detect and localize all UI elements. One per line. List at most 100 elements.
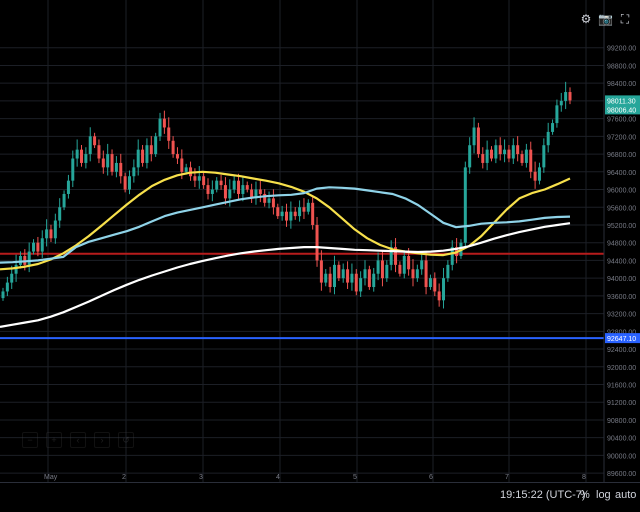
- candle-body: [10, 273, 14, 283]
- candle-body: [123, 176, 127, 190]
- candle-body: [537, 167, 541, 181]
- candle-body: [114, 162, 118, 172]
- x-tick-label: 7: [505, 474, 509, 481]
- candle-body: [407, 256, 411, 270]
- y-tick-label: 94000.00: [607, 276, 636, 283]
- x-tick-label: 8: [582, 474, 586, 481]
- candle-body: [80, 149, 84, 163]
- candle-body: [93, 136, 97, 146]
- y-tick-label: 97600.00: [607, 117, 636, 124]
- x-tick-label: 2: [122, 474, 126, 481]
- candle-body: [175, 154, 179, 159]
- price-axis[interactable]: 99200.0098800.0098400.0098000.0097600.00…: [603, 0, 636, 482]
- candle-body: [437, 291, 441, 301]
- candle-body: [40, 238, 44, 252]
- candle-body: [332, 264, 336, 288]
- candle-body: [319, 260, 323, 283]
- reset-icon[interactable]: ↺: [118, 432, 134, 448]
- candle-body: [167, 127, 171, 141]
- candle-body: [516, 145, 520, 155]
- scroll-right-icon[interactable]: ›: [94, 432, 110, 448]
- candle-body: [71, 158, 75, 181]
- candle-body: [315, 224, 319, 261]
- candle-body: [258, 189, 262, 194]
- candle-body: [193, 176, 197, 181]
- candle-body: [503, 149, 507, 155]
- candle-body: [158, 118, 162, 137]
- y-tick-label: 91200.00: [607, 400, 636, 407]
- percent-toggle[interactable]: %: [580, 489, 590, 501]
- candle-body: [36, 242, 40, 252]
- candle-body: [398, 264, 402, 274]
- price-chart[interactable]: 99200.0098800.0098400.0098000.0097600.00…: [0, 0, 640, 507]
- y-tick-label: 92400.00: [607, 347, 636, 354]
- candle-body: [376, 260, 380, 274]
- candle-body: [551, 123, 555, 132]
- candle-body: [507, 149, 511, 159]
- candle-body: [372, 273, 376, 288]
- candle-body: [350, 273, 354, 283]
- x-tick-label: 4: [276, 474, 280, 481]
- candle-body: [489, 149, 493, 159]
- candle-body: [433, 278, 437, 292]
- candle-body: [184, 167, 188, 172]
- candle-body: [341, 269, 345, 279]
- y-tick-label: 93600.00: [607, 294, 636, 301]
- candle-body: [380, 260, 384, 279]
- candle-body: [219, 180, 223, 186]
- y-tick-label: 98800.00: [607, 63, 636, 70]
- candle-body: [280, 211, 284, 217]
- x-tick-label: 5: [353, 474, 357, 481]
- chart-canvas[interactable]: 99200.0098800.0098400.0098000.0097600.00…: [0, 0, 640, 507]
- candle-body: [27, 251, 31, 265]
- y-tick-label: 90400.00: [607, 436, 636, 443]
- candle-body: [97, 145, 101, 159]
- candle-body: [485, 149, 489, 163]
- candle-body: [267, 198, 271, 203]
- y-tick-label: 92000.00: [607, 365, 636, 372]
- candle-body: [5, 282, 9, 292]
- candle-body: [428, 278, 432, 288]
- y-tick-label: 95200.00: [607, 223, 636, 230]
- zoom-in-icon[interactable]: +: [46, 432, 62, 448]
- settings-icon[interactable]: ⚙: [579, 12, 593, 26]
- candle-body: [106, 154, 110, 168]
- candle-body: [529, 149, 533, 172]
- y-tick-label: 94800.00: [607, 241, 636, 248]
- zoom-out-icon[interactable]: −: [22, 432, 38, 448]
- candle-body: [359, 278, 363, 292]
- y-tick-label: 90000.00: [607, 453, 636, 460]
- candle-body: [127, 176, 131, 190]
- fullscreen-icon[interactable]: ⛶: [618, 12, 632, 26]
- candle-body: [481, 154, 485, 163]
- candle-body: [346, 269, 350, 283]
- y-tick-label: 90800.00: [607, 418, 636, 425]
- auto-toggle[interactable]: auto: [615, 489, 636, 501]
- camera-icon[interactable]: 📷: [598, 12, 613, 26]
- candle-body: [446, 264, 450, 279]
- candle-body: [154, 136, 158, 155]
- candle-body: [306, 202, 310, 212]
- candle-body: [210, 189, 214, 194]
- candle-body: [472, 127, 476, 146]
- candle-body: [145, 145, 149, 163]
- candle-body: [136, 149, 140, 168]
- log-toggle[interactable]: log: [596, 489, 611, 501]
- candle-body: [568, 92, 572, 101]
- candle-body: [302, 207, 306, 212]
- y-tick-label: 95600.00: [607, 205, 636, 212]
- candle-body: [564, 92, 568, 101]
- scroll-left-icon[interactable]: ‹: [70, 432, 86, 448]
- candle-body: [1, 291, 5, 299]
- price-label-text: 98006.40: [607, 107, 636, 114]
- y-tick-label: 98400.00: [607, 81, 636, 88]
- candle-body: [298, 207, 302, 217]
- candle-body: [494, 145, 498, 159]
- candle-body: [276, 207, 280, 217]
- candle-body: [476, 127, 480, 155]
- candle-body: [442, 278, 446, 301]
- candle-body: [197, 176, 201, 181]
- candle-body: [53, 220, 57, 239]
- faded-toolbar: − + ‹ › ↺: [22, 432, 134, 448]
- time-axis[interactable]: May 2 3 4 5 6 7 8: [44, 474, 586, 481]
